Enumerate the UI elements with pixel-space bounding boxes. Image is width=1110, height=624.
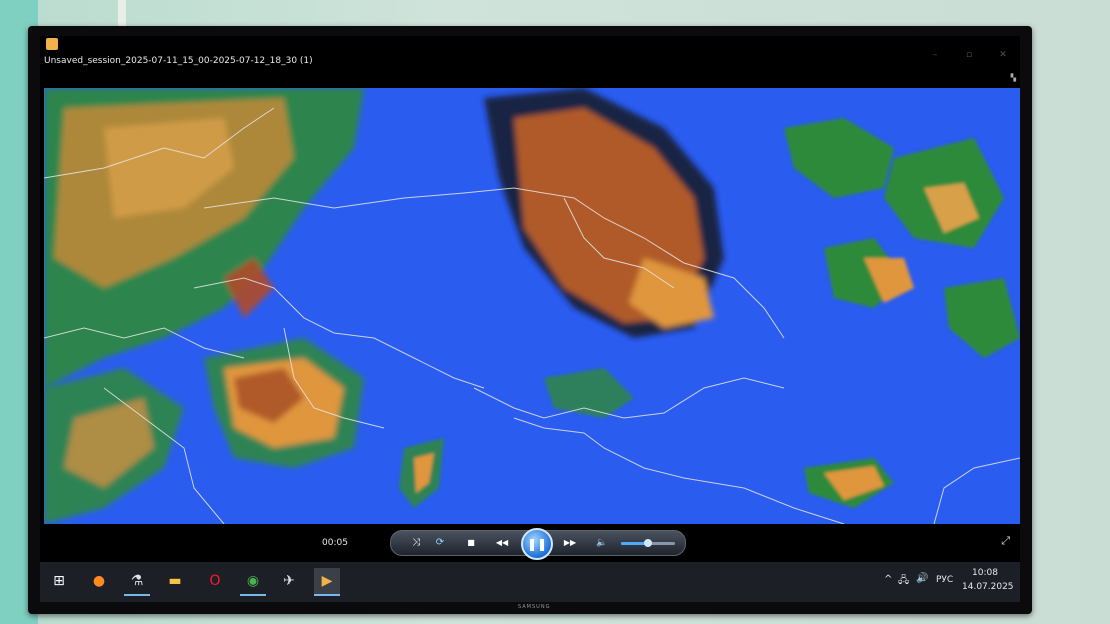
tray-chevron-icon[interactable]: ^ <box>884 574 892 585</box>
shuffle-button[interactable]: ⤨ <box>407 535 425 551</box>
taskbar-opera-icon[interactable]: O <box>202 568 228 594</box>
previous-button[interactable]: ◀◀ <box>487 535 517 551</box>
taskbar-file-explorer-icon[interactable]: ▬ <box>162 568 188 594</box>
monitor: Unsaved_session_2025-07-11_15_00-2025-07… <box>28 26 1032 614</box>
fullscreen-button[interactable]: ⤢ <box>1001 534 1010 548</box>
taskbar-satellite-app-icon[interactable]: ⚗ <box>124 568 150 596</box>
pause-icon: ❚❚ <box>526 537 548 551</box>
transport-bar: ⤨ ⟳ ■ ◀◀ ❚❚ ▶▶ 🔈 <box>390 528 686 560</box>
player-controls: 00:05 ⤨ ⟳ ■ ◀◀ ❚❚ ▶▶ 🔈 ⤢ <box>40 526 1020 562</box>
stop-button[interactable]: ■ <box>463 535 479 551</box>
mute-button[interactable]: 🔈 <box>593 535 611 551</box>
elapsed-time: 00:05 <box>322 538 348 548</box>
sound-icon[interactable]: 🔊 <box>916 573 928 584</box>
play-pause-button[interactable]: ❚❚ <box>521 528 553 560</box>
screen: Unsaved_session_2025-07-11_15_00-2025-07… <box>40 36 1020 602</box>
taskbar-app-plane-icon[interactable]: ✈ <box>276 568 302 594</box>
minimize-button[interactable]: – <box>928 50 942 60</box>
resize-corner-icon: ▚ <box>1010 74 1016 82</box>
clock-time[interactable]: 10:08 <box>972 568 998 578</box>
next-button[interactable]: ▶▶ <box>555 535 585 551</box>
taskbar-chrome-icon[interactable]: ◉ <box>240 568 266 596</box>
volume-slider[interactable] <box>621 539 675 547</box>
language-indicator[interactable]: РУС <box>936 575 953 585</box>
volume-knob[interactable] <box>644 539 652 547</box>
maximize-button[interactable]: ▫ <box>962 50 976 60</box>
clock-date[interactable]: 14.07.2025 <box>962 582 1014 592</box>
repeat-button[interactable]: ⟳ <box>431 535 449 551</box>
close-button[interactable]: ✕ <box>996 50 1010 60</box>
system-tray: ^ 🖧 🔊 РУС 10:08 14.07.2025 <box>884 566 1014 598</box>
satellite-image <box>44 88 1020 524</box>
monitor-brand-logo: SAMSUNG <box>518 604 551 610</box>
taskbar-media-player-icon[interactable]: ▶ <box>314 568 340 596</box>
window-title: Unsaved_session_2025-07-11_15_00-2025-07… <box>44 56 313 66</box>
video-frame <box>44 88 1020 524</box>
taskbar: ⊞ ● ⚗ ▬ O ◉ ✈ ▶ ^ 🖧 🔊 РУС 10:08 14.07.2025 <box>40 562 1020 602</box>
window-titlebar: Unsaved_session_2025-07-11_15_00-2025-07… <box>40 36 1020 74</box>
taskbar-start-icon[interactable]: ⊞ <box>46 568 72 594</box>
network-icon[interactable]: 🖧 <box>898 573 909 590</box>
media-player-app-icon <box>46 38 58 50</box>
taskbar-firefox-icon[interactable]: ● <box>86 568 112 594</box>
